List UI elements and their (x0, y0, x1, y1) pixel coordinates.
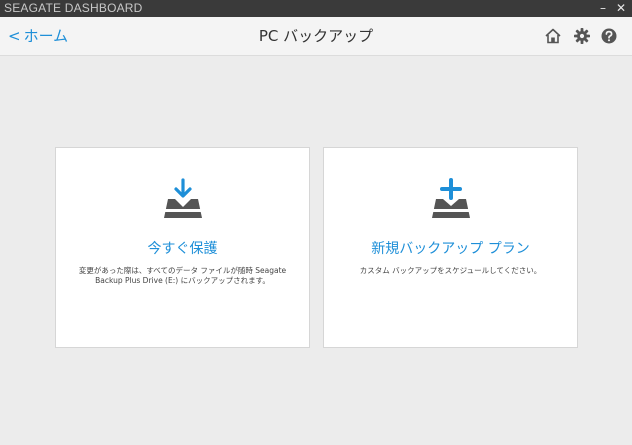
new-backup-plan-card[interactable]: 新規バックアップ プラン カスタム バックアップをスケジュールしてください。 (323, 147, 578, 348)
home-icon[interactable] (544, 27, 562, 45)
protect-now-card[interactable]: 今すぐ保護 変更があった際は、すべてのデータ ファイルが随時 Seagate B… (55, 147, 310, 348)
protect-now-description: 変更があった際は、すべてのデータ ファイルが随時 Seagate Backup … (78, 266, 287, 285)
close-button[interactable]: ✕ (612, 0, 630, 17)
new-backup-plan-title: 新規バックアップ プラン (371, 241, 530, 257)
protect-now-title: 今すぐ保護 (147, 241, 218, 257)
navigation-bar: < ホーム PC バックアップ (0, 17, 632, 56)
add-drive-icon (324, 178, 577, 222)
download-drive-icon (56, 178, 309, 222)
new-backup-plan-description: カスタム バックアップをスケジュールしてください。 (359, 266, 542, 275)
minimize-button[interactable]: – (594, 0, 612, 17)
page-title: PC バックアップ (258, 27, 374, 45)
help-icon[interactable] (600, 27, 618, 45)
gear-icon[interactable] (573, 27, 591, 45)
app-title: SEAGATE DASHBOARD (4, 1, 143, 15)
window-titlebar: SEAGATE DASHBOARD – ✕ (0, 0, 632, 17)
